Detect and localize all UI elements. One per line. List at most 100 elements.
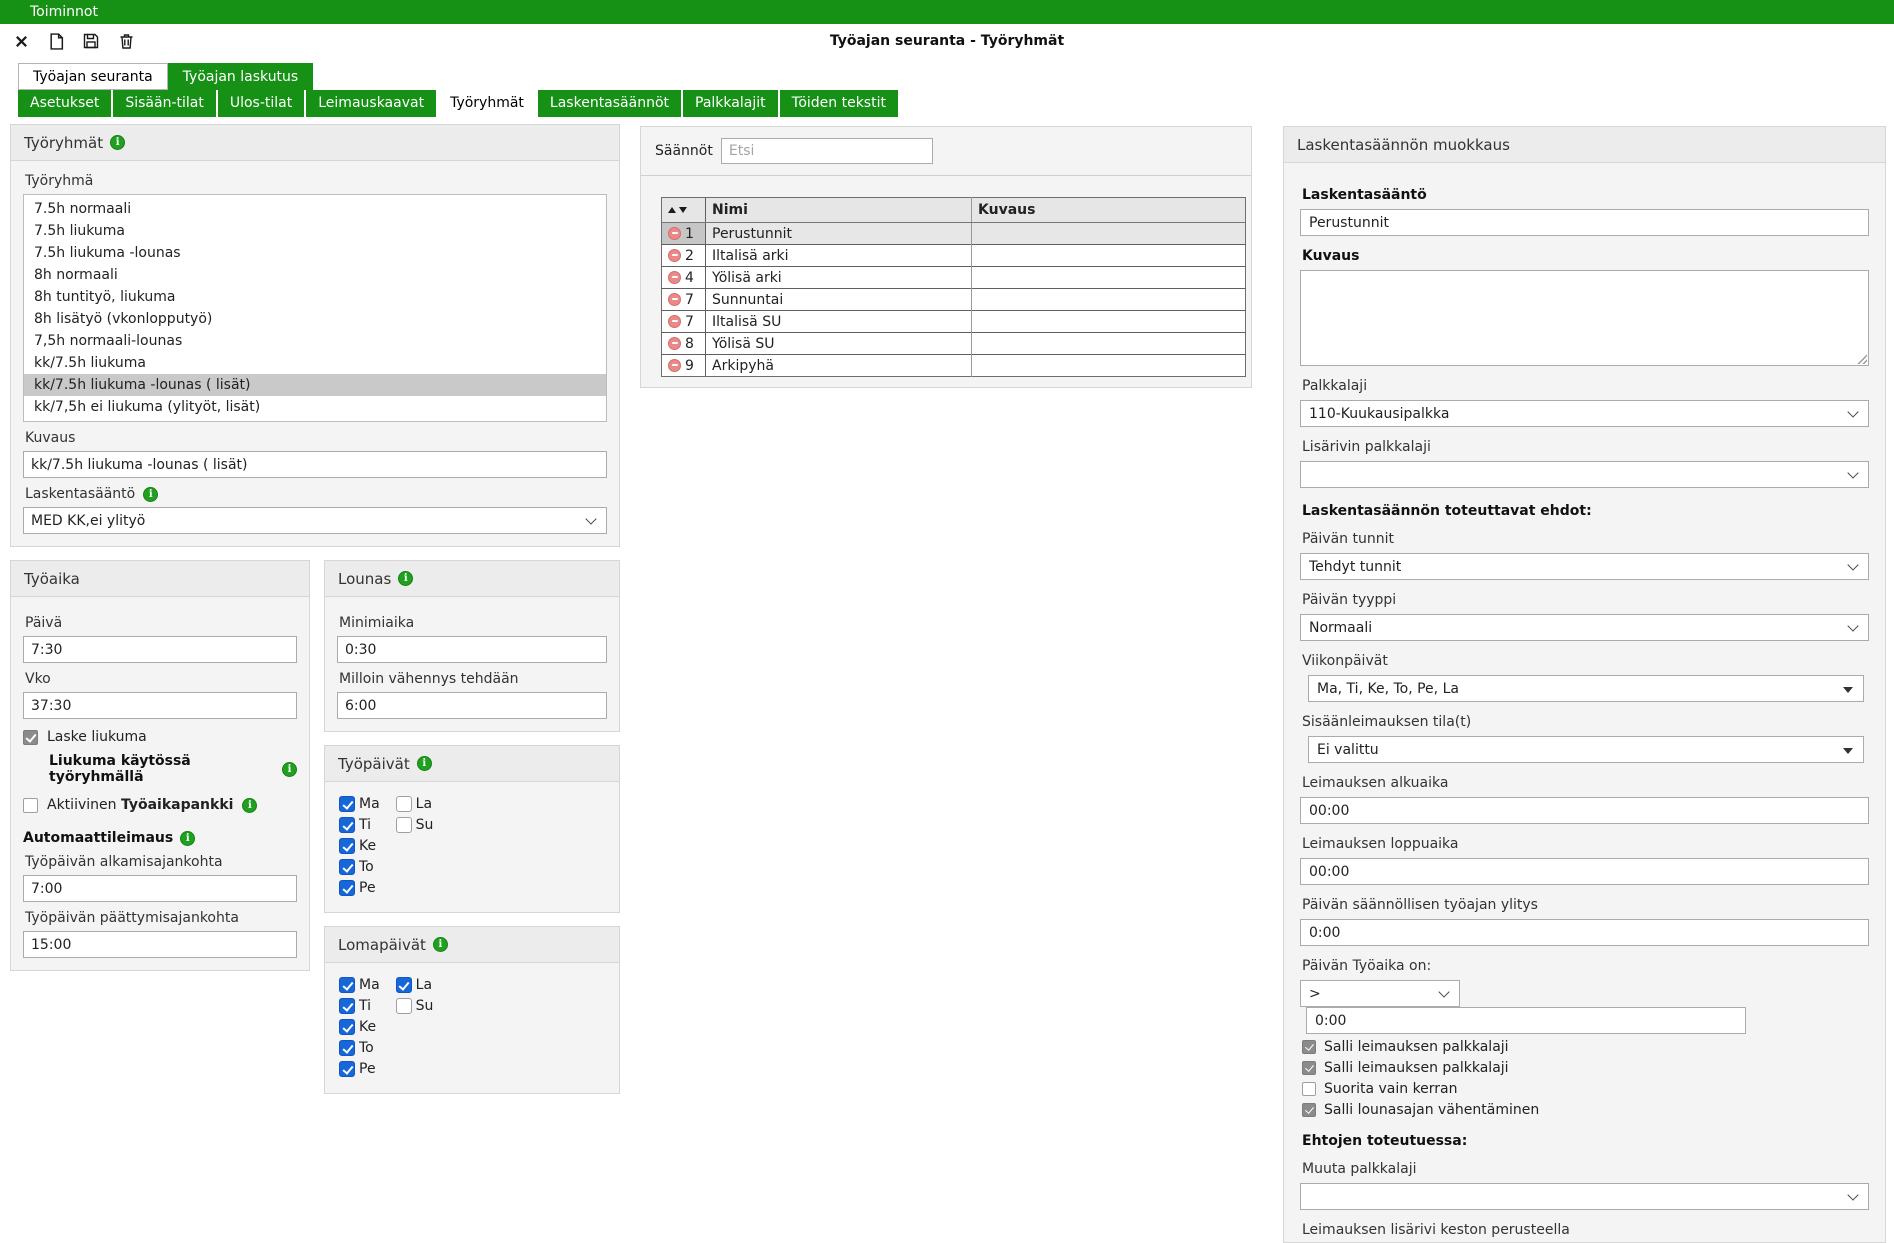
rule-name-cell[interactable]: Yölisä arki [706, 267, 972, 289]
sub-tab[interactable]: Töiden tekstit [780, 90, 898, 117]
laskentasaanto-select[interactable]: MED KK,ei ylityö [23, 507, 607, 534]
sub-tab[interactable]: Ulos-tilat [218, 90, 304, 117]
close-icon[interactable] [10, 30, 32, 52]
checkbox[interactable] [339, 977, 355, 993]
kuvaus-input[interactable] [23, 451, 607, 478]
sort-descending-icon[interactable] [679, 207, 687, 213]
muuta-palkkalaji-select[interactable] [1300, 1183, 1869, 1210]
info-icon[interactable]: i [180, 831, 195, 846]
salli-leimauksen-palkkalaji-checkbox-2[interactable]: Salli leimauksen palkkalaji [1302, 1060, 1869, 1076]
rule-description-cell[interactable] [972, 355, 1246, 377]
info-icon[interactable]: i [417, 756, 432, 771]
table-row[interactable]: 7Sunnuntai [662, 289, 1246, 311]
info-icon[interactable]: i [398, 571, 413, 586]
checkbox[interactable] [396, 998, 412, 1014]
checkbox[interactable] [23, 798, 38, 813]
table-row[interactable]: 4Yölisä arki [662, 267, 1246, 289]
paattymisajankohta-input[interactable] [23, 931, 297, 958]
day-checkbox-row[interactable]: Ti [339, 998, 380, 1014]
leimauksen-alkuaika-input[interactable] [1300, 797, 1869, 824]
sub-tab[interactable]: Sisään-tilat [113, 90, 216, 117]
rule-description-cell[interactable] [972, 223, 1246, 245]
day-checkbox-row[interactable]: Ma [339, 977, 380, 993]
vko-input[interactable] [23, 692, 297, 719]
day-checkbox-row[interactable]: Su [396, 998, 434, 1014]
checkbox[interactable] [339, 796, 355, 812]
laske-liukuma-checkbox-row[interactable]: Laske liukuma [23, 729, 297, 745]
checkbox[interactable] [339, 1040, 355, 1056]
rule-name-cell[interactable]: Iltalisä SU [706, 311, 972, 333]
day-checkbox-row[interactable]: Pe [339, 1061, 380, 1077]
table-row[interactable]: 8Yölisä SU [662, 333, 1246, 355]
paivan-tyyppi-select[interactable]: Normaali [1300, 614, 1869, 641]
checkbox[interactable] [339, 880, 355, 896]
remove-icon[interactable] [668, 293, 681, 306]
list-item[interactable]: 8h tuntityö, liukuma [24, 286, 606, 308]
list-item[interactable]: 8h lisätyö (vkonlopputyö) [24, 308, 606, 330]
table-row[interactable]: 7Iltalisä SU [662, 311, 1246, 333]
remove-icon[interactable] [668, 271, 681, 284]
tyoaikapankki-checkbox-row[interactable]: Aktiivinen Työaikapankki i [23, 797, 297, 813]
checkbox[interactable] [339, 1019, 355, 1035]
viikonpaivat-select[interactable]: Ma, Ti, Ke, To, Pe, La [1308, 675, 1864, 702]
tyoaika-vertailu-select[interactable]: > [1300, 980, 1460, 1007]
rule-description-cell[interactable] [972, 333, 1246, 355]
lisarivin-palkkalaji-select[interactable] [1300, 461, 1869, 488]
checkbox[interactable] [339, 998, 355, 1014]
day-checkbox-row[interactable]: To [339, 859, 380, 875]
checkbox[interactable] [396, 977, 412, 993]
rule-description-cell[interactable] [972, 267, 1246, 289]
salli-leimauksen-palkkalaji-checkbox-1[interactable]: Salli leimauksen palkkalaji [1302, 1039, 1869, 1055]
table-row[interactable]: 1Perustunnit [662, 223, 1246, 245]
list-item[interactable]: kk/7.5h liukuma -lounas ( lisät) [24, 374, 606, 396]
rule-name-cell[interactable]: Perustunnit [706, 223, 972, 245]
list-item[interactable]: 7.5h liukuma -lounas [24, 242, 606, 264]
palkkalaji-select[interactable]: 110-Kuukausipalkka [1300, 400, 1869, 427]
day-checkbox-row[interactable]: Ke [339, 1019, 380, 1035]
leimauksen-loppuaika-input[interactable] [1300, 858, 1869, 885]
laskentasaanto-input[interactable] [1300, 209, 1869, 236]
info-icon[interactable]: i [242, 798, 257, 813]
sisaanleimauksen-tilat-select[interactable]: Ei valittu [1308, 736, 1864, 763]
table-row[interactable]: 2Iltalisä arki [662, 245, 1246, 267]
checkbox[interactable] [1302, 1082, 1316, 1096]
salli-lounasajan-vahentaminen-checkbox[interactable]: Salli lounasajan vähentäminen [1302, 1102, 1869, 1118]
main-tab[interactable]: Työajan laskutus [168, 63, 314, 90]
paiva-input[interactable] [23, 636, 297, 663]
rule-description-cell[interactable] [972, 245, 1246, 267]
day-checkbox-row[interactable]: La [396, 977, 434, 993]
day-checkbox-row[interactable]: Ke [339, 838, 380, 854]
rule-name-cell[interactable]: Yölisä SU [706, 333, 972, 355]
list-item[interactable]: kk/7.5h liukuma [24, 352, 606, 374]
tyoaika-raja-input[interactable] [1306, 1007, 1746, 1034]
list-item[interactable]: 7.5h normaali [24, 198, 606, 220]
list-item[interactable]: 8h normaali [24, 264, 606, 286]
list-item[interactable]: 7.5h liukuma [24, 220, 606, 242]
day-checkbox-row[interactable]: To [339, 1040, 380, 1056]
vahennys-input[interactable] [337, 692, 607, 719]
sort-ascending-icon[interactable] [668, 207, 676, 213]
remove-icon[interactable] [668, 337, 681, 350]
checkbox[interactable] [396, 817, 412, 833]
menu-toiminnot[interactable]: Toiminnot [30, 4, 98, 20]
checkbox[interactable] [339, 817, 355, 833]
info-icon[interactable]: i [282, 762, 297, 777]
day-checkbox-row[interactable]: La [396, 796, 434, 812]
minimiaika-input[interactable] [337, 636, 607, 663]
checkbox[interactable] [339, 1061, 355, 1077]
table-row[interactable]: 9Arkipyhä [662, 355, 1246, 377]
rule-description-cell[interactable] [972, 311, 1246, 333]
checkbox[interactable] [1302, 1040, 1316, 1054]
remove-icon[interactable] [668, 315, 681, 328]
suorita-vain-kerran-checkbox[interactable]: Suorita vain kerran [1302, 1081, 1869, 1097]
list-item[interactable]: 7,5h normaali-lounas [24, 330, 606, 352]
alkamisajankohta-input[interactable] [23, 875, 297, 902]
sub-tab[interactable]: Työryhmät [438, 90, 536, 117]
rule-name-cell[interactable]: Arkipyhä [706, 355, 972, 377]
main-tab[interactable]: Työajan seuranta [18, 63, 168, 90]
sub-tab[interactable]: Leimauskaavat [306, 90, 436, 117]
saannot-search-input[interactable] [721, 138, 933, 164]
tyoryhma-listbox[interactable]: 7.5h normaali7.5h liukuma7.5h liukuma -l… [23, 194, 607, 422]
info-icon[interactable]: i [433, 937, 448, 952]
sort-header-cell[interactable] [662, 198, 706, 223]
